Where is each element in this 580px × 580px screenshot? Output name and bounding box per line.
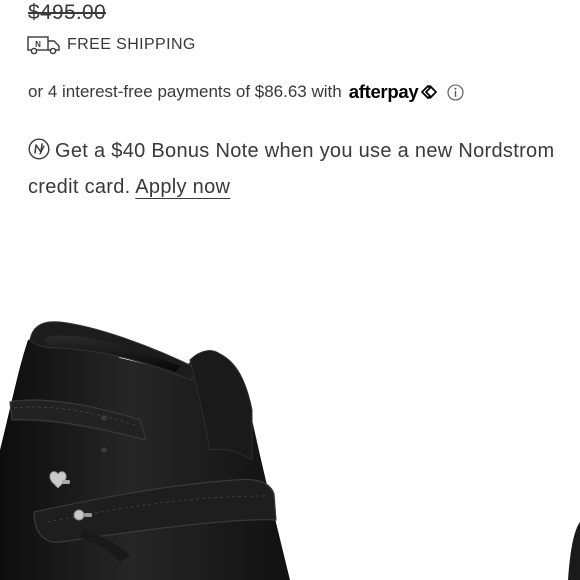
afterpay-logo: afterpay [348,81,419,102]
apply-now-link[interactable]: Apply now [135,176,230,198]
afterpay-arrows-icon [419,83,439,101]
product-image[interactable] [0,300,580,580]
bonus-note-promo: Get a $40 Bonus Note when you use a new … [28,135,568,204]
afterpay-info: or 4 interest-free payments of $86.63 wi… [28,81,464,103]
metal-stud [73,509,85,521]
nordstrom-note-icon [28,138,50,171]
info-icon[interactable] [447,83,464,101]
shipping-info: N FREE SHIPPING [27,35,196,55]
delivery-truck-icon: N [27,35,61,55]
product-detail-page: $495.00 N FREE SHIPPING or 4 interest-fr… [0,0,580,580]
afterpay-text: or 4 interest-free payments of $86.63 wi… [28,82,342,101]
truck-letter: N [35,40,41,49]
black-leather-ankle-boot [0,321,580,580]
free-shipping-label: FREE SHIPPING [67,36,196,53]
bonus-note-text: Get a $40 Bonus Note when you use a new … [28,140,555,198]
original-price: $495.00 [28,1,107,24]
